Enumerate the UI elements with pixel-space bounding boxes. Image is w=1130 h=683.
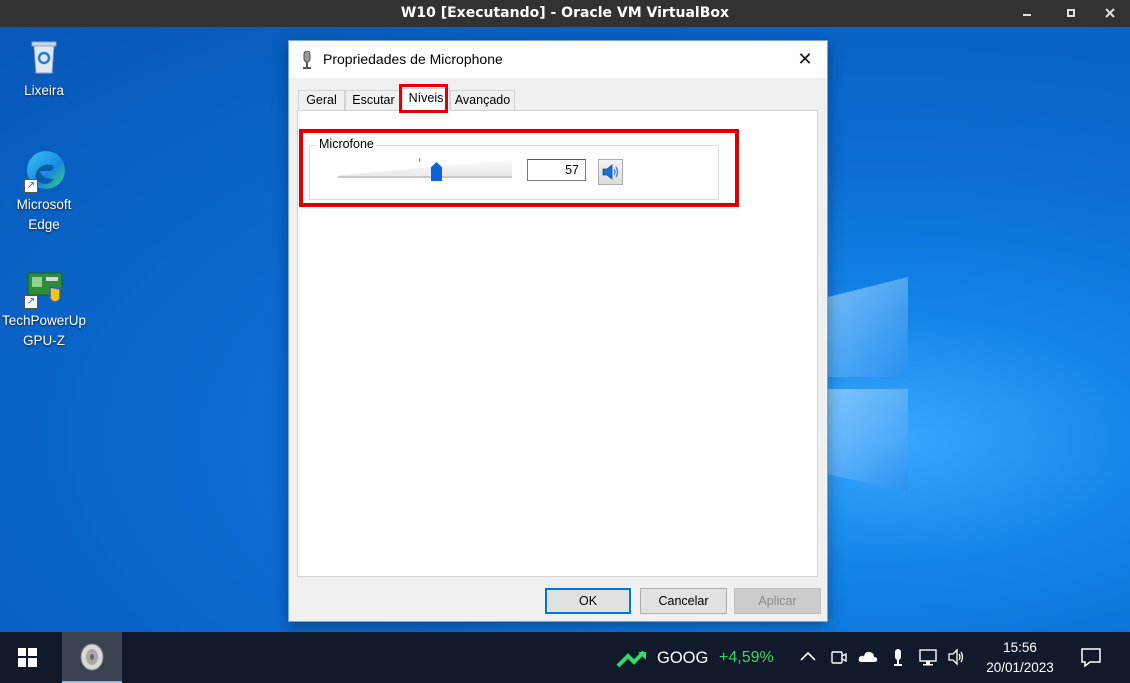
microphone-icon bbox=[301, 50, 313, 69]
chevron-up-icon[interactable] bbox=[797, 646, 819, 668]
microphone-properties-dialog: Propriedades de Microphone ✕ Geral Escut… bbox=[288, 40, 828, 622]
close-icon[interactable] bbox=[1100, 3, 1120, 23]
close-icon[interactable]: ✕ bbox=[783, 41, 827, 78]
microphone-icon[interactable] bbox=[887, 646, 909, 668]
action-center-icon[interactable] bbox=[1078, 644, 1104, 670]
desktop-icon-label: Edge bbox=[28, 217, 60, 232]
desktop-icon-label: Microsoft bbox=[16, 197, 72, 212]
slider-tick bbox=[419, 158, 420, 162]
virtualbox-title-bar: W10 [Executando] - Oracle VM VirtualBox bbox=[0, 0, 1130, 27]
ok-button[interactable]: OK bbox=[545, 588, 631, 614]
stock-trend-icon bbox=[616, 650, 646, 668]
stock-symbol: GOOG bbox=[657, 649, 709, 667]
minimize-icon[interactable] bbox=[1017, 3, 1037, 23]
desktop-icon-gpu-z[interactable]: ↗ TechPowerUp GPU-Z bbox=[0, 265, 92, 351]
tab-niveis[interactable]: Níveis bbox=[402, 88, 450, 111]
mute-button[interactable] bbox=[598, 159, 623, 185]
taskbar-clock[interactable]: 15:56 20/01/2023 bbox=[975, 638, 1065, 678]
desktop-icon-label: GPU-Z bbox=[23, 333, 65, 348]
desktop-icon-recycle-bin[interactable]: Lixeira bbox=[0, 35, 92, 101]
slider-thumb[interactable] bbox=[431, 162, 442, 181]
stock-change: +4,59% bbox=[719, 649, 774, 666]
windows-wallpaper-logo bbox=[820, 277, 910, 507]
tab-geral[interactable]: Geral bbox=[298, 90, 345, 110]
shortcut-arrow-icon: ↗ bbox=[24, 179, 38, 193]
meet-now-icon[interactable] bbox=[828, 646, 850, 668]
clock-time: 15:56 bbox=[1003, 640, 1037, 655]
network-icon[interactable] bbox=[917, 646, 939, 668]
onedrive-icon[interactable] bbox=[857, 646, 879, 668]
desktop-icon-label: Lixeira bbox=[24, 83, 64, 98]
gpu-z-icon: ↗ bbox=[22, 265, 66, 309]
tab-avancado[interactable]: Avançado bbox=[450, 90, 515, 110]
microphone-group: Microfone 57 bbox=[309, 137, 719, 200]
slider-line bbox=[338, 176, 512, 178]
clock-date: 20/01/2023 bbox=[986, 660, 1054, 675]
desktop-icon-label: TechPowerUp bbox=[1, 313, 87, 328]
shortcut-arrow-icon: ↗ bbox=[24, 295, 38, 309]
desktop-icon-microsoft-edge[interactable]: ↗ Microsoft Edge bbox=[0, 149, 92, 235]
level-value-box[interactable]: 57 bbox=[527, 159, 586, 181]
cancel-button[interactable]: Cancelar bbox=[640, 588, 727, 614]
apply-button[interactable]: Aplicar bbox=[734, 588, 821, 614]
recycle-bin-icon bbox=[22, 35, 66, 79]
taskbar: GOOG +4,59% 15:56 20/01/2023 bbox=[0, 632, 1130, 683]
microphone-level-slider[interactable] bbox=[338, 158, 514, 184]
dialog-title: Propriedades de Microphone bbox=[323, 51, 503, 67]
group-label: Microfone bbox=[317, 137, 376, 151]
speaker-icon bbox=[602, 164, 619, 180]
virtualbox-window-title: W10 [Executando] - Oracle VM VirtualBox bbox=[400, 5, 730, 21]
speaker-icon bbox=[80, 643, 104, 671]
edge-icon: ↗ bbox=[22, 149, 66, 193]
tab-escutar[interactable]: Escutar bbox=[345, 90, 402, 110]
taskbar-app-sound[interactable] bbox=[62, 632, 122, 683]
windows-start-icon[interactable] bbox=[0, 632, 56, 683]
levels-tab-panel: Microfone 57 bbox=[297, 110, 818, 577]
maximize-icon[interactable] bbox=[1061, 3, 1081, 23]
dialog-title-bar[interactable]: Propriedades de Microphone ✕ bbox=[289, 41, 827, 78]
volume-icon[interactable] bbox=[946, 646, 968, 668]
